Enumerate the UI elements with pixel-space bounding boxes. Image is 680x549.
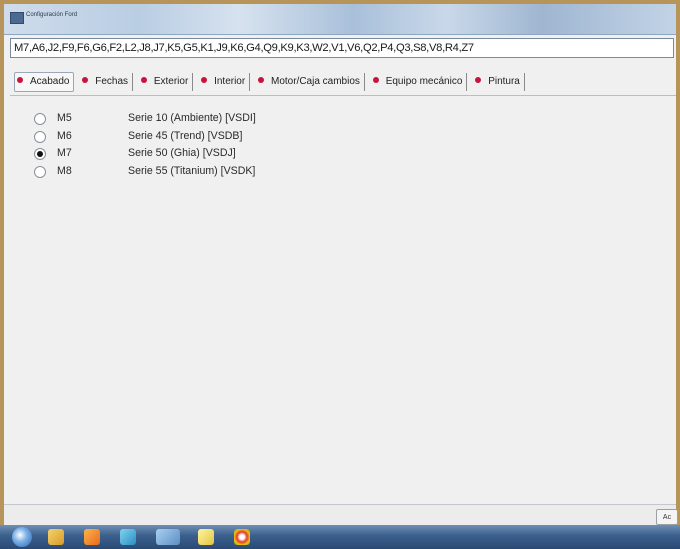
- config-code-field[interactable]: M7,A6,J2,F9,F6,G6,F2,L2,J8,J7,K5,G5,K1,J…: [10, 38, 674, 58]
- option-code: M5: [57, 112, 72, 124]
- tab-strip: Acabado Fechas Exterior Interior Motor/C…: [14, 72, 528, 92]
- tab-label: Exterior: [153, 76, 189, 87]
- media-icon[interactable]: [84, 529, 100, 545]
- radio-button[interactable]: [34, 165, 46, 178]
- tab-dot-icon: [201, 77, 208, 83]
- tab-label: Fechas: [95, 76, 129, 87]
- tab-dot-icon: [140, 77, 147, 83]
- start-orb-icon[interactable]: [12, 527, 32, 547]
- chrome-icon[interactable]: [234, 529, 250, 545]
- explorer-icon[interactable]: [48, 529, 64, 545]
- tab-interior[interactable]: Interior: [199, 73, 251, 91]
- option-description: Serie 45 (Trend) [VSDB]: [128, 129, 243, 142]
- tab-pintura[interactable]: Pintura: [473, 73, 525, 91]
- tab-label: Acabado: [30, 76, 70, 87]
- app-icon: [10, 12, 24, 24]
- taskbar: [0, 525, 680, 549]
- tab-dot-icon: [82, 77, 89, 83]
- tab-dot-icon: [475, 77, 482, 83]
- tab-divider: [10, 95, 676, 96]
- radio-button[interactable]: [34, 113, 46, 125]
- accept-button[interactable]: Ac: [656, 509, 678, 525]
- option-code: M7: [57, 147, 72, 160]
- option-description: Serie 10 (Ambiente) [VSDI]: [128, 112, 256, 124]
- tab-dot-icon: [257, 77, 264, 83]
- option-description: Serie 50 (Ghia) [VSDJ]: [128, 147, 236, 160]
- tab-label: Interior: [214, 76, 246, 87]
- tab-fechas[interactable]: Fechas: [80, 73, 134, 91]
- network-icon[interactable]: [120, 529, 136, 545]
- tab-label: Motor/Caja cambios: [270, 76, 360, 87]
- option-code: M8: [57, 164, 72, 177]
- tab-motor-caja-cambios[interactable]: Motor/Caja cambios: [256, 73, 365, 91]
- tab-dot-icon: [17, 77, 23, 83]
- tab-dot-icon: [372, 77, 379, 83]
- radio-button-selected[interactable]: [34, 148, 46, 161]
- tab-label: Pintura: [488, 76, 520, 87]
- tab-equipo-mecanico[interactable]: Equipo mecánico: [371, 73, 468, 91]
- option-code: M6: [57, 129, 72, 142]
- radio-button[interactable]: [34, 130, 46, 143]
- tab-acabado[interactable]: Acabado: [14, 72, 75, 92]
- window-title: Configuración Ford: [26, 12, 78, 18]
- tab-exterior[interactable]: Exterior: [139, 73, 194, 91]
- title-bar[interactable]: Configuración Ford: [4, 4, 676, 35]
- application-window: Configuración Ford M7,A6,J2,F9,F6,G6,F2,…: [4, 4, 676, 545]
- note-icon[interactable]: [198, 529, 214, 545]
- folder-icon[interactable]: [156, 529, 180, 545]
- tab-label: Equipo mecánico: [385, 76, 463, 87]
- option-description: Serie 55 (Titanium) [VSDK]: [128, 164, 256, 177]
